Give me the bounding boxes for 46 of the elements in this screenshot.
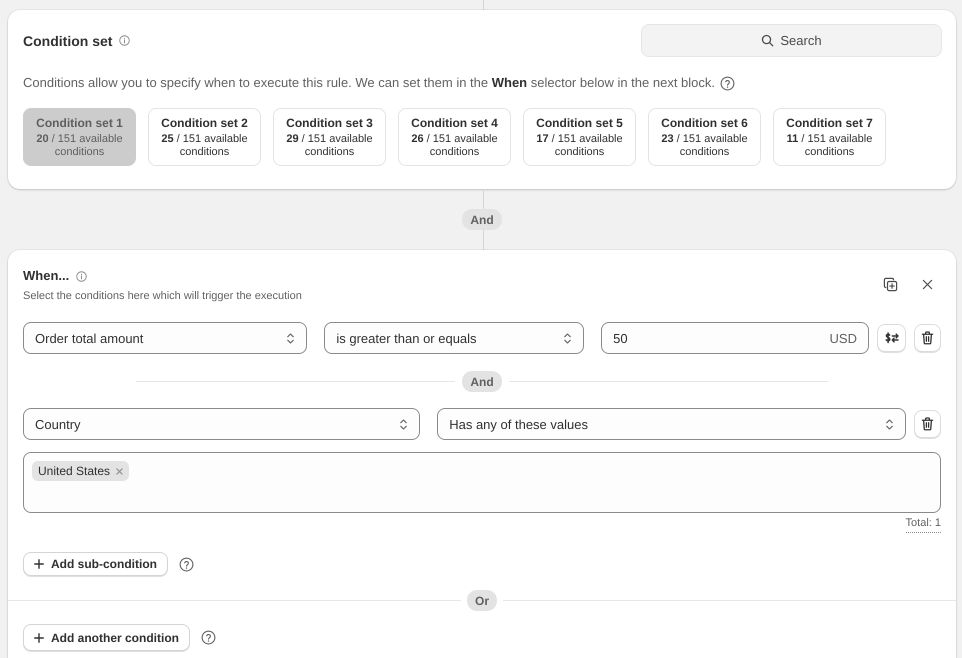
operator-select[interactable]: Has any of these values	[437, 408, 906, 440]
duplicate-icon[interactable]	[883, 276, 898, 292]
help-icon[interactable]	[201, 630, 216, 645]
condition-set-tile[interactable]: Condition set 1 20 / 151 available conditions	[23, 108, 136, 166]
plus-icon	[34, 559, 44, 569]
search-icon	[761, 34, 774, 47]
condition-set-tile[interactable]: Condition set 7 11 / 151 available conditions	[773, 108, 886, 166]
delete-button[interactable]	[914, 324, 941, 352]
amount-input[interactable]: 50 USD	[601, 322, 869, 354]
currency-suffix: USD	[830, 330, 857, 346]
chevron-up-down-icon	[399, 418, 408, 430]
logic-operator-label: Or	[467, 590, 498, 611]
add-sub-condition-button[interactable]: Add sub-condition	[23, 552, 168, 576]
description-text: Conditions allow you to specify when to execute this rule. We can set them in the When selector below in the next block.	[23, 75, 716, 91]
help-icon[interactable]	[178, 556, 194, 572]
logic-operator-label: And	[462, 371, 502, 392]
help-icon[interactable]	[720, 76, 736, 90]
field-select[interactable]: Country	[23, 408, 420, 440]
values-input-field[interactable]: United States	[23, 452, 941, 513]
trash-icon	[921, 417, 934, 431]
total-count: Total: 1	[906, 516, 941, 533]
trash-icon	[921, 331, 934, 345]
dollar-arrows-icon	[884, 331, 900, 345]
operator-select[interactable]: is greater than or equals	[324, 322, 584, 354]
logic-operator-label: And	[462, 209, 502, 230]
info-icon[interactable]	[119, 35, 130, 46]
close-icon[interactable]	[922, 278, 933, 290]
condition-set-tile[interactable]: Condition set 6 23 / 151 available conditions	[648, 108, 761, 166]
value-tag[interactable]: United States	[32, 461, 130, 481]
condition-set-tile[interactable]: Condition set 5 17 / 151 available conditions	[523, 108, 636, 166]
field-select[interactable]: Order total amount	[23, 322, 308, 354]
delete-button[interactable]	[914, 410, 941, 438]
section-title: Condition set	[23, 32, 112, 50]
chevron-up-down-icon	[286, 332, 296, 344]
condition-set-tile[interactable]: Condition set 3 29 / 151 available conditions	[273, 108, 386, 166]
chevron-up-down-icon	[885, 418, 894, 430]
section-title: When...	[23, 267, 70, 285]
condition-set-tile[interactable]: Condition set 4 26 / 151 available conditions	[398, 108, 511, 166]
info-icon[interactable]	[76, 270, 88, 282]
plus-icon	[34, 632, 44, 642]
condition-set-tile[interactable]: Condition set 2 25 / 151 available conditions	[148, 108, 261, 166]
search-button[interactable]: Search	[641, 24, 942, 57]
currency-toggle-button[interactable]	[877, 324, 906, 352]
chevron-up-down-icon	[563, 332, 572, 344]
section-subtitle: Select the conditions here which will trigger the execution	[23, 289, 302, 303]
add-condition-button[interactable]: Add another condition	[23, 624, 190, 651]
